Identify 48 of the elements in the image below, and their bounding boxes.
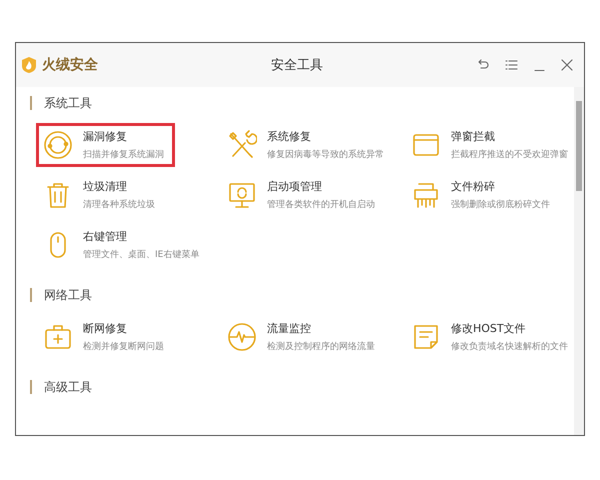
tool-name: 垃圾清理 xyxy=(83,179,128,194)
tool-description: 检测及控制程序的网络流量 xyxy=(267,340,375,353)
tool-name: 系统修复 xyxy=(267,129,312,144)
tool-name: 修改HOST文件 xyxy=(451,321,527,336)
pulse-circle-icon xyxy=(227,322,257,352)
note-icon xyxy=(411,322,441,352)
circular-arrows-icon xyxy=(43,130,73,160)
tool-name: 断网修复 xyxy=(83,321,128,336)
tool-description: 管理各类软件的开机自启动 xyxy=(267,198,375,211)
tool-description: 修改负责域名快速解析的文件 xyxy=(451,340,568,353)
tool-description: 拦截程序推送的不受欢迎弹窗 xyxy=(451,148,568,161)
tool-item[interactable]: 系统修复 修复因病毒等导致的系统异常 xyxy=(220,123,395,167)
menu-icon xyxy=(504,58,518,72)
close-icon xyxy=(560,58,574,72)
tool-name: 流量监控 xyxy=(267,321,312,336)
tool-description: 清理各种系统垃圾 xyxy=(83,198,155,211)
tool-item[interactable]: 右键管理 管理文件、桌面、IE右键菜单 xyxy=(36,223,210,267)
close-button[interactable] xyxy=(560,58,574,72)
monitor-refresh-icon xyxy=(227,180,257,210)
tool-name: 漏洞修复 xyxy=(83,129,128,144)
shredder-icon xyxy=(411,180,441,210)
section-title: 高级工具 xyxy=(44,378,92,396)
section-title: 网络工具 xyxy=(44,286,92,304)
app-logo-text: 火绒安全 xyxy=(42,56,98,74)
window-title: 安全工具 xyxy=(270,57,324,74)
tool-description: 检测并修复断网问题 xyxy=(83,340,164,353)
tool-item[interactable]: 流量监控 检测及控制程序的网络流量 xyxy=(220,315,386,359)
flame-shield-icon xyxy=(20,56,38,74)
tool-item[interactable]: 断网修复 检测并修复断网问题 xyxy=(36,315,175,359)
tool-item[interactable]: 文件粉碎 强制删除或彻底粉碎文件 xyxy=(404,173,561,217)
tool-name: 弹窗拦截 xyxy=(451,129,496,144)
minimize-icon xyxy=(534,69,544,72)
tool-description: 修复因病毒等导致的系统异常 xyxy=(267,148,384,161)
tool-name: 文件粉碎 xyxy=(451,179,496,194)
section-title: 系统工具 xyxy=(44,94,92,112)
tool-item[interactable]: 垃圾清理 清理各种系统垃圾 xyxy=(36,173,166,217)
tool-description: 管理文件、桌面、IE右键菜单 xyxy=(83,248,200,261)
first-aid-kit-icon xyxy=(43,322,73,352)
tool-item[interactable]: 修改HOST文件 修改负责域名快速解析的文件 xyxy=(404,315,574,359)
tool-description: 强制删除或彻底粉碎文件 xyxy=(451,198,550,211)
scrollbar[interactable] xyxy=(574,87,584,435)
tool-description: 扫描并修复系统漏洞 xyxy=(83,148,164,161)
tool-item[interactable]: 漏洞修复 扫描并修复系统漏洞 xyxy=(36,123,175,167)
tool-name: 右键管理 xyxy=(83,229,128,244)
tool-item[interactable]: 弹窗拦截 拦截程序推送的不受欢迎弹窗 xyxy=(404,123,574,167)
menu-button[interactable] xyxy=(504,58,518,72)
tool-name: 启动项管理 xyxy=(267,179,323,194)
tool-item[interactable]: 启动项管理 管理各类软件的开机自启动 xyxy=(220,173,386,217)
